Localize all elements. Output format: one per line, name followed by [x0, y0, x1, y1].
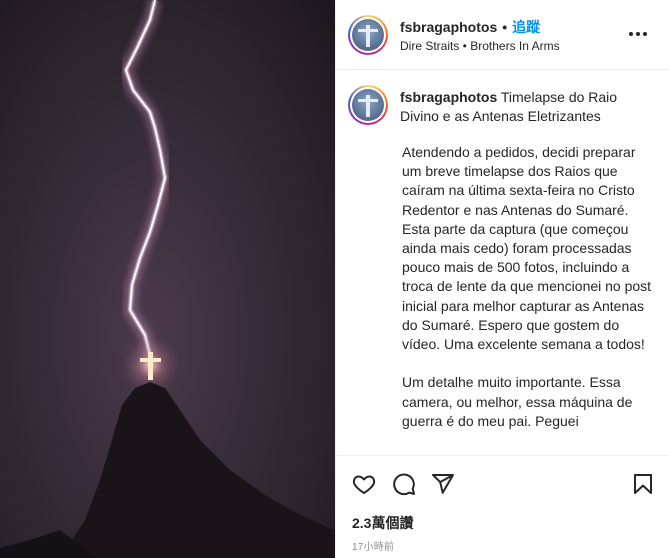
mountain-silhouette: [60, 382, 335, 558]
follow-button[interactable]: 追蹤: [512, 17, 540, 37]
audio-track-link[interactable]: Dire Straits • Brothers In Arms: [400, 39, 560, 53]
post-header: fsbragaphotos • 追蹤 Dire Straits • Brothe…: [336, 0, 669, 70]
post-media[interactable]: [0, 0, 335, 558]
avatar[interactable]: [348, 15, 388, 55]
header-separator: •: [502, 19, 508, 35]
comment-icon[interactable]: [392, 472, 416, 496]
caption-avatar-image: [352, 89, 384, 121]
caption-username[interactable]: fsbragaphotos: [400, 89, 497, 105]
heart-icon[interactable]: [352, 472, 376, 496]
header-username[interactable]: fsbragaphotos: [400, 19, 497, 35]
caption-header: fsbragaphotos Timelapse do Raio Divino e…: [400, 88, 655, 126]
more-options-icon[interactable]: [629, 24, 651, 44]
post-detail-panel: fsbragaphotos • 追蹤 Dire Straits • Brothe…: [335, 0, 669, 558]
caption-avatar[interactable]: [348, 85, 388, 125]
avatar-image: [352, 19, 384, 51]
like-count[interactable]: 2.3萬個讚: [352, 513, 413, 533]
post-timestamp[interactable]: 17小時前: [352, 538, 394, 553]
paper-plane-icon[interactable]: [431, 472, 455, 496]
lightning-photo: [0, 0, 335, 558]
caption-body: Atendendo a pedidos, decidi preparar um …: [402, 144, 652, 429]
bookmark-icon[interactable]: [631, 472, 655, 496]
header-user-row: fsbragaphotos • 追蹤: [400, 17, 540, 37]
caption-section: fsbragaphotos Timelapse do Raio Divino e…: [336, 71, 669, 455]
action-bar: 2.3萬個讚 17小時前: [336, 455, 669, 558]
